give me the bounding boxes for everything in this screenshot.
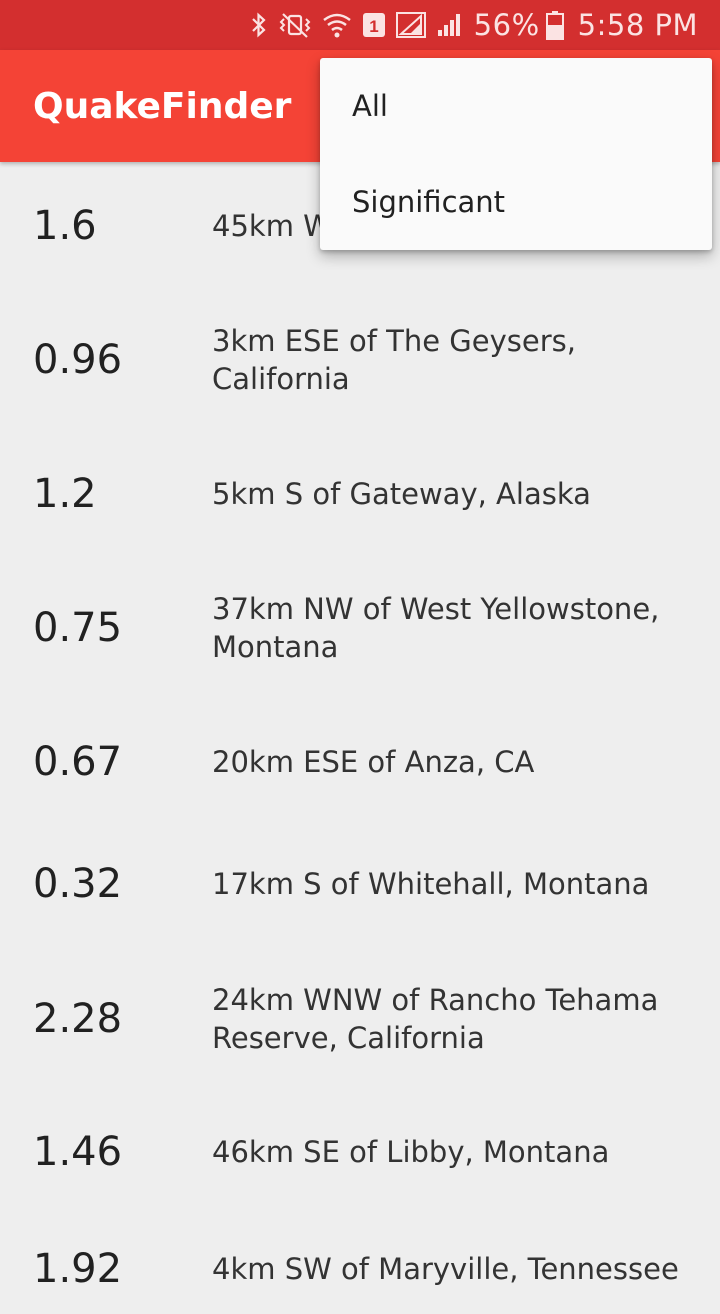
app-title: QuakeFinder — [33, 86, 292, 127]
magnitude: 1.6 — [33, 203, 97, 249]
location: 5km S of Gateway, Alaska — [212, 477, 591, 511]
svg-text:1: 1 — [369, 17, 378, 36]
location: 46km SE of Libby, Montana — [212, 1135, 610, 1169]
location: 3km ESE of The Geysers, California — [212, 324, 576, 396]
magnitude: 0.75 — [33, 605, 123, 651]
signal-icon — [436, 11, 464, 39]
menu-item-significant[interactable]: Significant — [320, 154, 712, 250]
magnitude: 1.2 — [33, 471, 97, 517]
vibrate-icon — [278, 11, 312, 39]
list-item[interactable]: 0.75 37km NW of West Yellowstone, Montan… — [0, 558, 720, 698]
battery-percentage: 56% — [473, 8, 540, 42]
list-item[interactable]: 1.46 46km SE of Libby, Montana — [0, 1096, 720, 1208]
menu-item-all[interactable]: All — [320, 58, 712, 154]
magnitude: 0.32 — [33, 861, 123, 907]
list-item[interactable]: 2.28 24km WNW of Rancho Tehama Reserve, … — [0, 942, 720, 1096]
list-item[interactable]: 0.67 20km ESE of Anza, CA — [0, 698, 720, 826]
location: 4km SW of Maryville, Tennessee — [212, 1252, 679, 1286]
location: 24km WNW of Rancho Tehama Reserve, Calif… — [212, 983, 659, 1055]
signal-icon — [395, 11, 426, 39]
magnitude: 1.46 — [33, 1129, 123, 1175]
location: 17km S of Whitehall, Montana — [212, 867, 650, 901]
sim-1-icon: 1 — [362, 11, 386, 39]
list-item[interactable]: 1.2 5km S of Gateway, Alaska — [0, 430, 720, 558]
magnitude: 1.92 — [33, 1246, 123, 1292]
magnitude: 2.28 — [33, 996, 123, 1042]
magnitude: 0.67 — [33, 739, 123, 785]
bluetooth-icon — [250, 11, 268, 39]
overflow-menu: All Significant — [320, 58, 712, 250]
clock: 5:58 PM — [577, 8, 698, 42]
wifi-icon — [322, 11, 352, 39]
magnitude: 0.96 — [33, 337, 123, 383]
list-item[interactable]: 0.32 17km S of Whitehall, Montana — [0, 826, 720, 942]
location: 37km NW of West Yellowstone, Montana — [212, 592, 660, 664]
status-bar: 1 56% 5:58 PM — [0, 0, 720, 50]
battery-icon — [545, 10, 564, 40]
list-item[interactable]: 1.92 4km SW of Maryville, Tennessee — [0, 1224, 720, 1314]
list-item[interactable]: 0.96 3km ESE of The Geysers, California — [0, 290, 720, 430]
location: 20km ESE of Anza, CA — [212, 745, 535, 779]
